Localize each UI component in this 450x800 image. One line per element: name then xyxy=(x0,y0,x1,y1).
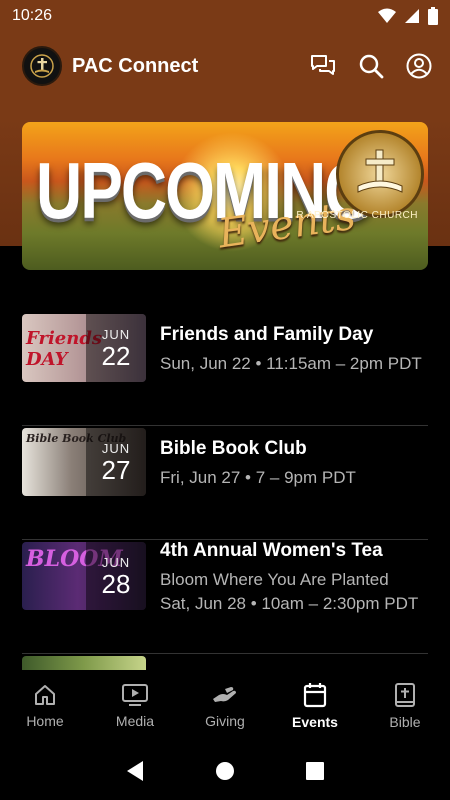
list-item[interactable]: Friends DAY JUN 22 Friends and Family Da… xyxy=(22,312,428,426)
back-icon[interactable] xyxy=(125,760,145,782)
tab-label: Bible xyxy=(389,714,421,730)
seal-text: R APOSTOLIC CHURCH xyxy=(296,210,418,221)
tab-label: Home xyxy=(26,713,64,729)
bottom-tab-bar: Home Media Giving Events Bible xyxy=(0,670,450,742)
event-info: Bible Book Club Fri, Jun 27 • 7 – 9pm PD… xyxy=(160,438,428,490)
event-month: JUN xyxy=(101,554,131,570)
event-thumbnail: Bible Book Club JUN 27 xyxy=(22,428,146,496)
system-icons xyxy=(378,7,438,25)
event-date-badge: JUN 27 xyxy=(86,428,146,496)
event-thumbnail: Friends DAY JUN 22 xyxy=(22,314,146,382)
system-nav-bar xyxy=(0,742,450,800)
event-subtitle: Bloom Where You Are Planted xyxy=(160,570,389,589)
church-seal-icon xyxy=(336,130,424,218)
header: PAC Connect UPCOMING Events R APOSTOLIC … xyxy=(0,32,450,270)
tab-events[interactable]: Events xyxy=(270,670,360,742)
list-item[interactable]: BLOOM JUN 28 4th Annual Women's Tea Bloo… xyxy=(22,540,428,654)
event-month: JUN xyxy=(101,326,131,342)
app-title: PAC Connect xyxy=(72,54,199,77)
event-info: 4th Annual Women's Tea Bloom Where You A… xyxy=(160,540,428,616)
event-month: JUN xyxy=(101,440,131,456)
recents-icon[interactable] xyxy=(305,761,325,781)
event-day: 28 xyxy=(101,568,131,599)
media-icon xyxy=(122,684,148,706)
event-title: Friends and Family Day xyxy=(160,324,374,345)
battery-icon xyxy=(428,7,438,25)
event-time: Fri, Jun 27 • 7 – 9pm PDT xyxy=(160,468,356,487)
home-circle-icon[interactable] xyxy=(215,761,235,781)
tab-home[interactable]: Home xyxy=(0,670,90,742)
event-day: 27 xyxy=(101,454,131,485)
account-icon[interactable] xyxy=(406,53,432,79)
app-bar: PAC Connect xyxy=(22,44,432,88)
wifi-icon xyxy=(378,8,396,23)
church-logo[interactable] xyxy=(22,46,62,86)
home-icon xyxy=(35,685,55,705)
status-time: 10:26 xyxy=(12,7,53,24)
event-time: Sat, Jun 28 • 10am – 2:30pm PDT xyxy=(160,594,419,613)
event-date-badge: JUN 28 xyxy=(86,542,146,610)
signal-icon xyxy=(405,9,419,23)
upcoming-events-banner[interactable]: UPCOMING Events R APOSTOLIC CHURCH xyxy=(22,122,428,270)
giving-icon xyxy=(213,687,236,702)
tab-giving[interactable]: Giving xyxy=(180,670,270,742)
tab-media[interactable]: Media xyxy=(90,670,180,742)
header-actions xyxy=(310,53,432,79)
list-item[interactable]: Bible Book Club JUN 27 Bible Book Club F… xyxy=(22,426,428,540)
status-bar: 10:26 xyxy=(0,0,450,32)
event-info: Friends and Family Day Sun, Jun 22 • 11:… xyxy=(160,324,428,376)
search-icon[interactable] xyxy=(358,53,384,79)
event-title: Bible Book Club xyxy=(160,438,307,459)
bible-icon xyxy=(395,683,415,707)
chat-icon[interactable] xyxy=(310,54,336,78)
event-thumbnail: BLOOM JUN 28 xyxy=(22,542,146,610)
cross-bible-icon xyxy=(30,54,54,78)
event-title: 4th Annual Women's Tea xyxy=(160,540,383,561)
calendar-icon xyxy=(303,683,327,708)
tab-label: Media xyxy=(115,713,155,729)
tab-label: Giving xyxy=(205,713,245,729)
tab-bible[interactable]: Bible xyxy=(360,670,450,742)
tab-label: Events xyxy=(292,714,338,730)
event-time: Sun, Jun 22 • 11:15am – 2pm PDT xyxy=(160,354,422,373)
event-date-badge: JUN 22 xyxy=(86,314,146,382)
event-day: 22 xyxy=(101,340,131,371)
